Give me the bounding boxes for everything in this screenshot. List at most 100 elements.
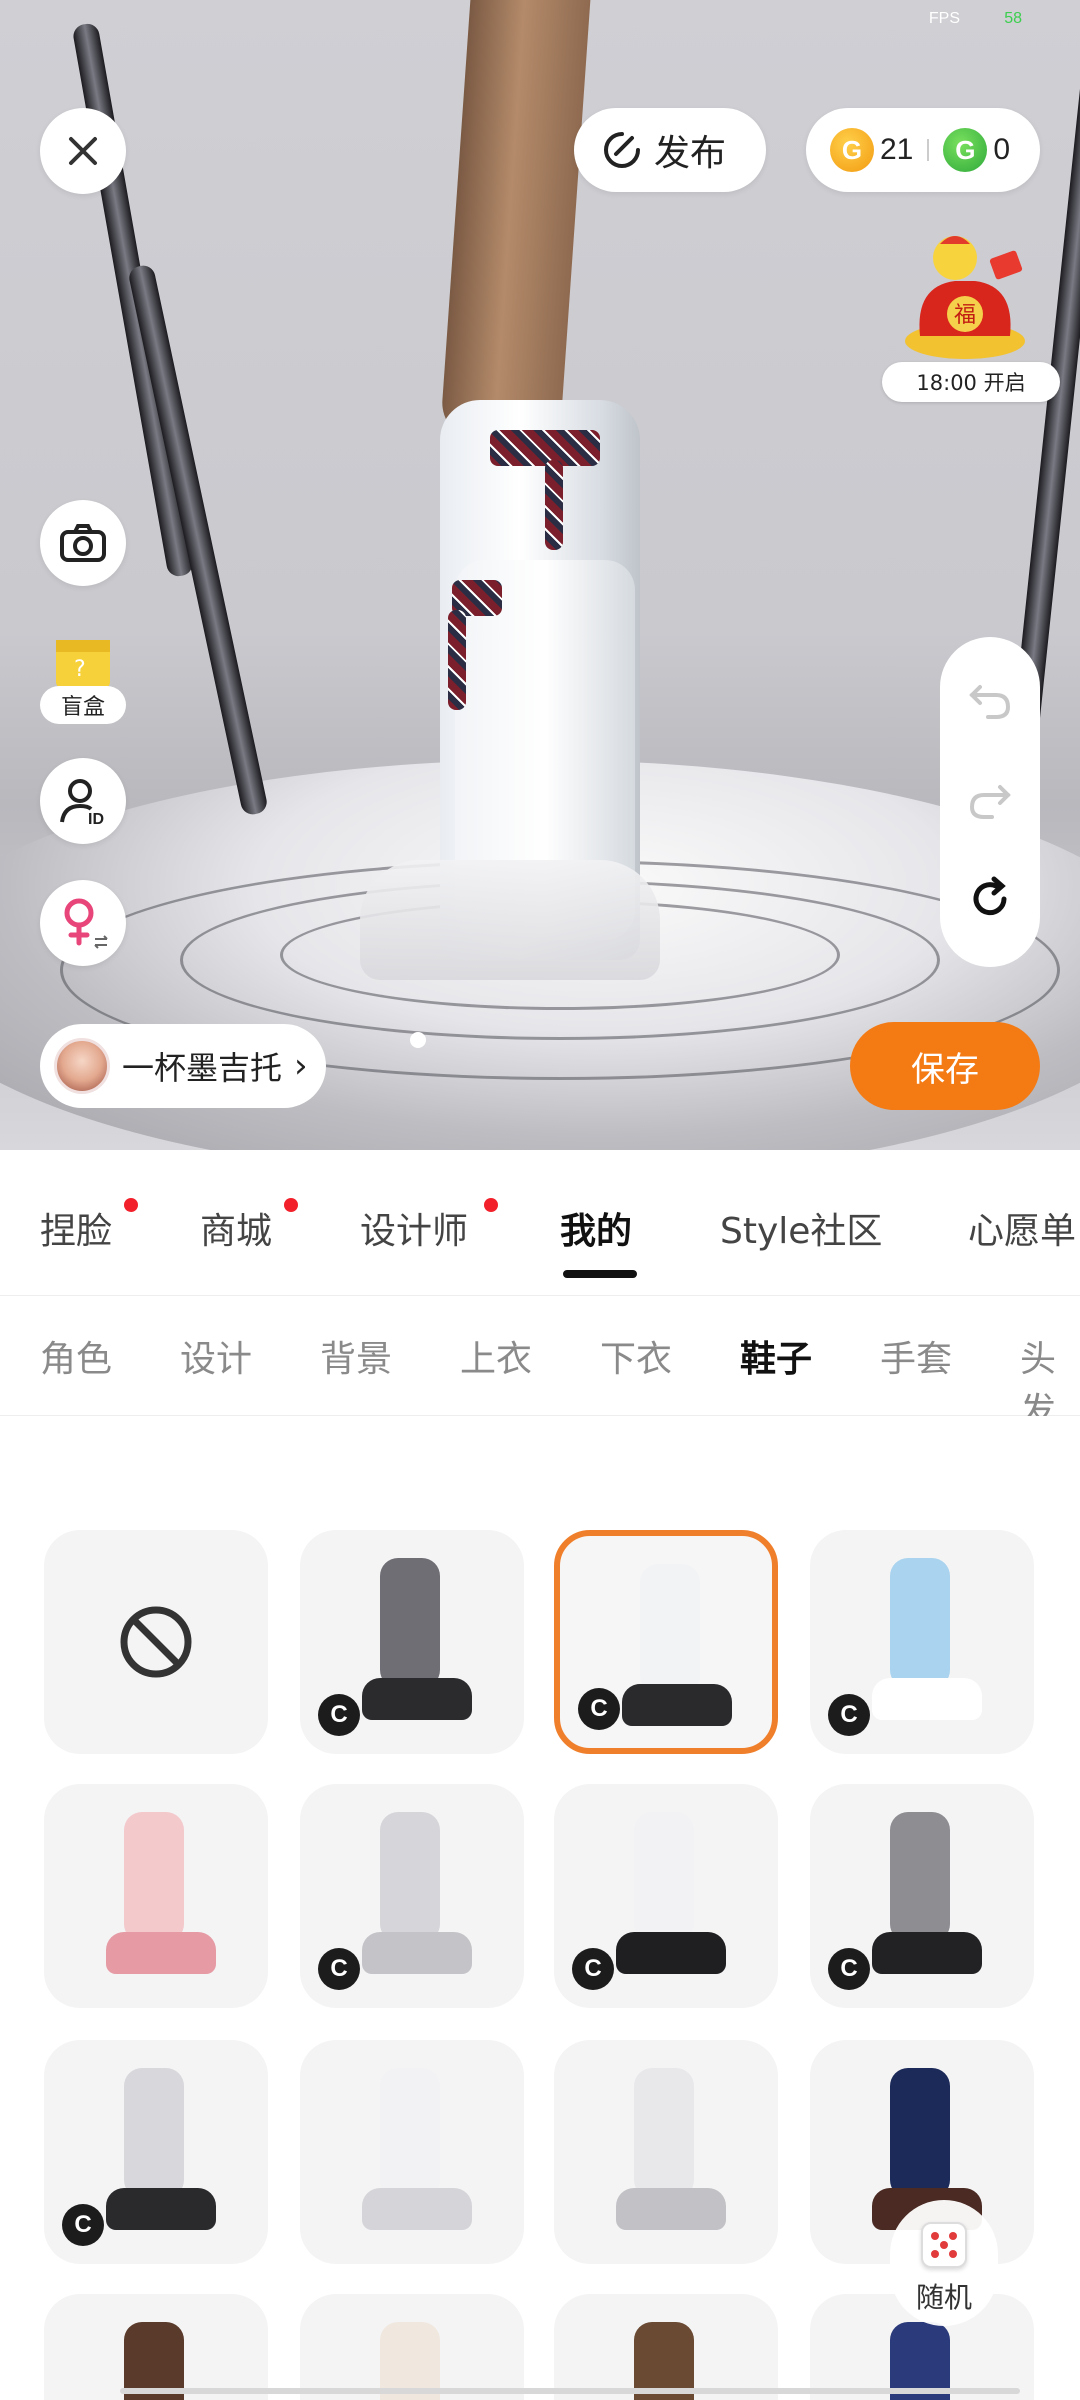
tab-designer[interactable]: 设计师 (360, 1202, 468, 1254)
creator-badge-icon: C (318, 1694, 360, 1736)
no-item-icon (120, 1606, 192, 1678)
shoe-item-tile[interactable] (300, 2040, 524, 2264)
shoe-item-tile[interactable]: C (810, 1784, 1034, 2008)
history-controls (940, 637, 1040, 967)
camera-icon (60, 524, 106, 562)
notification-dot (284, 1198, 298, 1212)
shoe-sole (362, 1678, 472, 1720)
creator-badge-icon: C (828, 1948, 870, 1990)
fortune-bag-icon[interactable]: 福 (900, 226, 1030, 366)
blindbox-icon[interactable]: ? (50, 626, 116, 692)
shoe-item-tile[interactable]: C (554, 1530, 778, 1754)
id-profile-button[interactable]: ID (40, 758, 126, 844)
shoe-item-tile[interactable]: C (554, 1784, 778, 2008)
shoe-item-tile[interactable] (44, 1784, 268, 2008)
avatar (54, 1038, 110, 1094)
tab-wishlist[interactable]: 心愿单 (968, 1202, 1076, 1254)
tab-face[interactable]: 捏脸 (40, 1202, 112, 1254)
sword-left-blade (127, 263, 269, 817)
tab-style-community[interactable]: Style社区 (720, 1202, 882, 1254)
shoe-thumbnail (890, 1812, 950, 1942)
dice-icon (921, 2222, 967, 2268)
gold-coin-icon: G (830, 128, 874, 172)
category-tab-tops[interactable]: 上衣 (460, 1330, 532, 1382)
shoe-item-tile[interactable]: C (44, 2040, 268, 2264)
svg-text:福: 福 (954, 303, 976, 328)
shoe-thumbnail (380, 1558, 440, 1688)
category-tab-bar: 角色 设计 背景 上衣 下衣 鞋子 手套 头发 (0, 1296, 1080, 1432)
notification-dot (484, 1198, 498, 1212)
shoe-thumbnail (124, 2068, 184, 2198)
character-leg (439, 0, 591, 440)
shoe-sole (616, 2188, 726, 2230)
shoe-item-tile[interactable] (554, 2040, 778, 2264)
shoe-sole (622, 1684, 732, 1726)
chevron-right-icon: › (294, 1046, 308, 1086)
notification-dot (124, 1198, 138, 1212)
shoe-item-tile[interactable] (554, 2294, 778, 2400)
designer-profile-chip[interactable]: 一杯墨吉托 › (40, 1024, 326, 1108)
category-tab-bottoms[interactable]: 下衣 (600, 1330, 672, 1382)
gender-switch-button[interactable] (40, 880, 126, 966)
category-tab-background[interactable]: 背景 (320, 1330, 392, 1382)
currency-display[interactable]: G 21 G 0 (806, 108, 1040, 192)
fps-value: 58 (1004, 10, 1022, 27)
category-tab-gloves[interactable]: 手套 (880, 1330, 952, 1382)
shoe-item-tile[interactable] (300, 2294, 524, 2400)
plaid-ribbon-lower (448, 610, 466, 710)
reset-icon[interactable] (966, 875, 1014, 923)
blindbox-label[interactable]: 盲盒 (40, 686, 126, 724)
creator-badge-icon: C (578, 1688, 620, 1730)
shoe-sole (872, 1932, 982, 1974)
green-coin-count: 0 (993, 133, 1011, 166)
random-button[interactable]: 随机 (890, 2200, 998, 2326)
green-coin-icon: G (943, 128, 988, 172)
close-icon (69, 137, 97, 165)
redo-icon[interactable] (966, 777, 1014, 825)
undo-icon[interactable] (966, 677, 1014, 725)
no-shoes-tile[interactable] (44, 1530, 268, 1754)
publish-icon (604, 132, 640, 168)
category-tab-role[interactable]: 角色 (40, 1330, 112, 1382)
shoe-thumbnail (634, 1812, 694, 1942)
close-button[interactable] (40, 108, 126, 194)
shoe-thumbnail (380, 1812, 440, 1942)
save-button[interactable]: 保存 (850, 1022, 1040, 1110)
page-indicator-dot (410, 1032, 426, 1048)
tab-shop[interactable]: 商城 (200, 1202, 272, 1254)
category-tab-design[interactable]: 设计 (180, 1330, 252, 1382)
shoe-thumbnail (124, 1812, 184, 1942)
shoe-sole (106, 1932, 216, 1974)
currency-divider (927, 139, 930, 161)
creator-badge-icon: C (318, 1948, 360, 1990)
shoe-item-tile[interactable]: C (810, 1530, 1034, 1754)
svg-text:?: ? (74, 657, 86, 682)
svg-text:ID: ID (88, 811, 104, 826)
creator-badge-icon: C (62, 2204, 104, 2246)
shoe-thumbnail (890, 1558, 950, 1688)
shoe-sole (362, 2188, 472, 2230)
shoe-item-tile[interactable] (44, 2294, 268, 2400)
tab-mine[interactable]: 我的 (560, 1202, 632, 1254)
shoe-sole (616, 1932, 726, 1974)
gold-coin-count: 21 (880, 133, 914, 166)
scrollbar[interactable] (120, 2388, 1020, 2394)
shoe-thumbnail (380, 2068, 440, 2198)
shoe-thumbnail (634, 2068, 694, 2198)
main-tab-bar: 捏脸 商城 设计师 我的 Style社区 心愿单 (0, 1150, 1080, 1296)
random-label: 随机 (915, 2281, 972, 2314)
creator-badge-icon: C (572, 1948, 614, 1990)
shoe-thumbnail (890, 2068, 950, 2198)
shoe-item-tile[interactable]: C (300, 1784, 524, 2008)
category-tab-shoes[interactable]: 鞋子 (740, 1330, 812, 1382)
creator-badge-icon: C (828, 1694, 870, 1736)
platform-shoe (360, 860, 660, 980)
plaid-bow (490, 430, 600, 466)
publish-label: 发布 (654, 133, 727, 174)
publish-button[interactable]: 发布 (574, 108, 766, 192)
female-icon (64, 898, 108, 949)
camera-button[interactable] (40, 500, 126, 586)
shoe-sole (362, 1932, 472, 1974)
shoe-sole (872, 1678, 982, 1720)
shoe-item-tile[interactable]: C (300, 1530, 524, 1754)
